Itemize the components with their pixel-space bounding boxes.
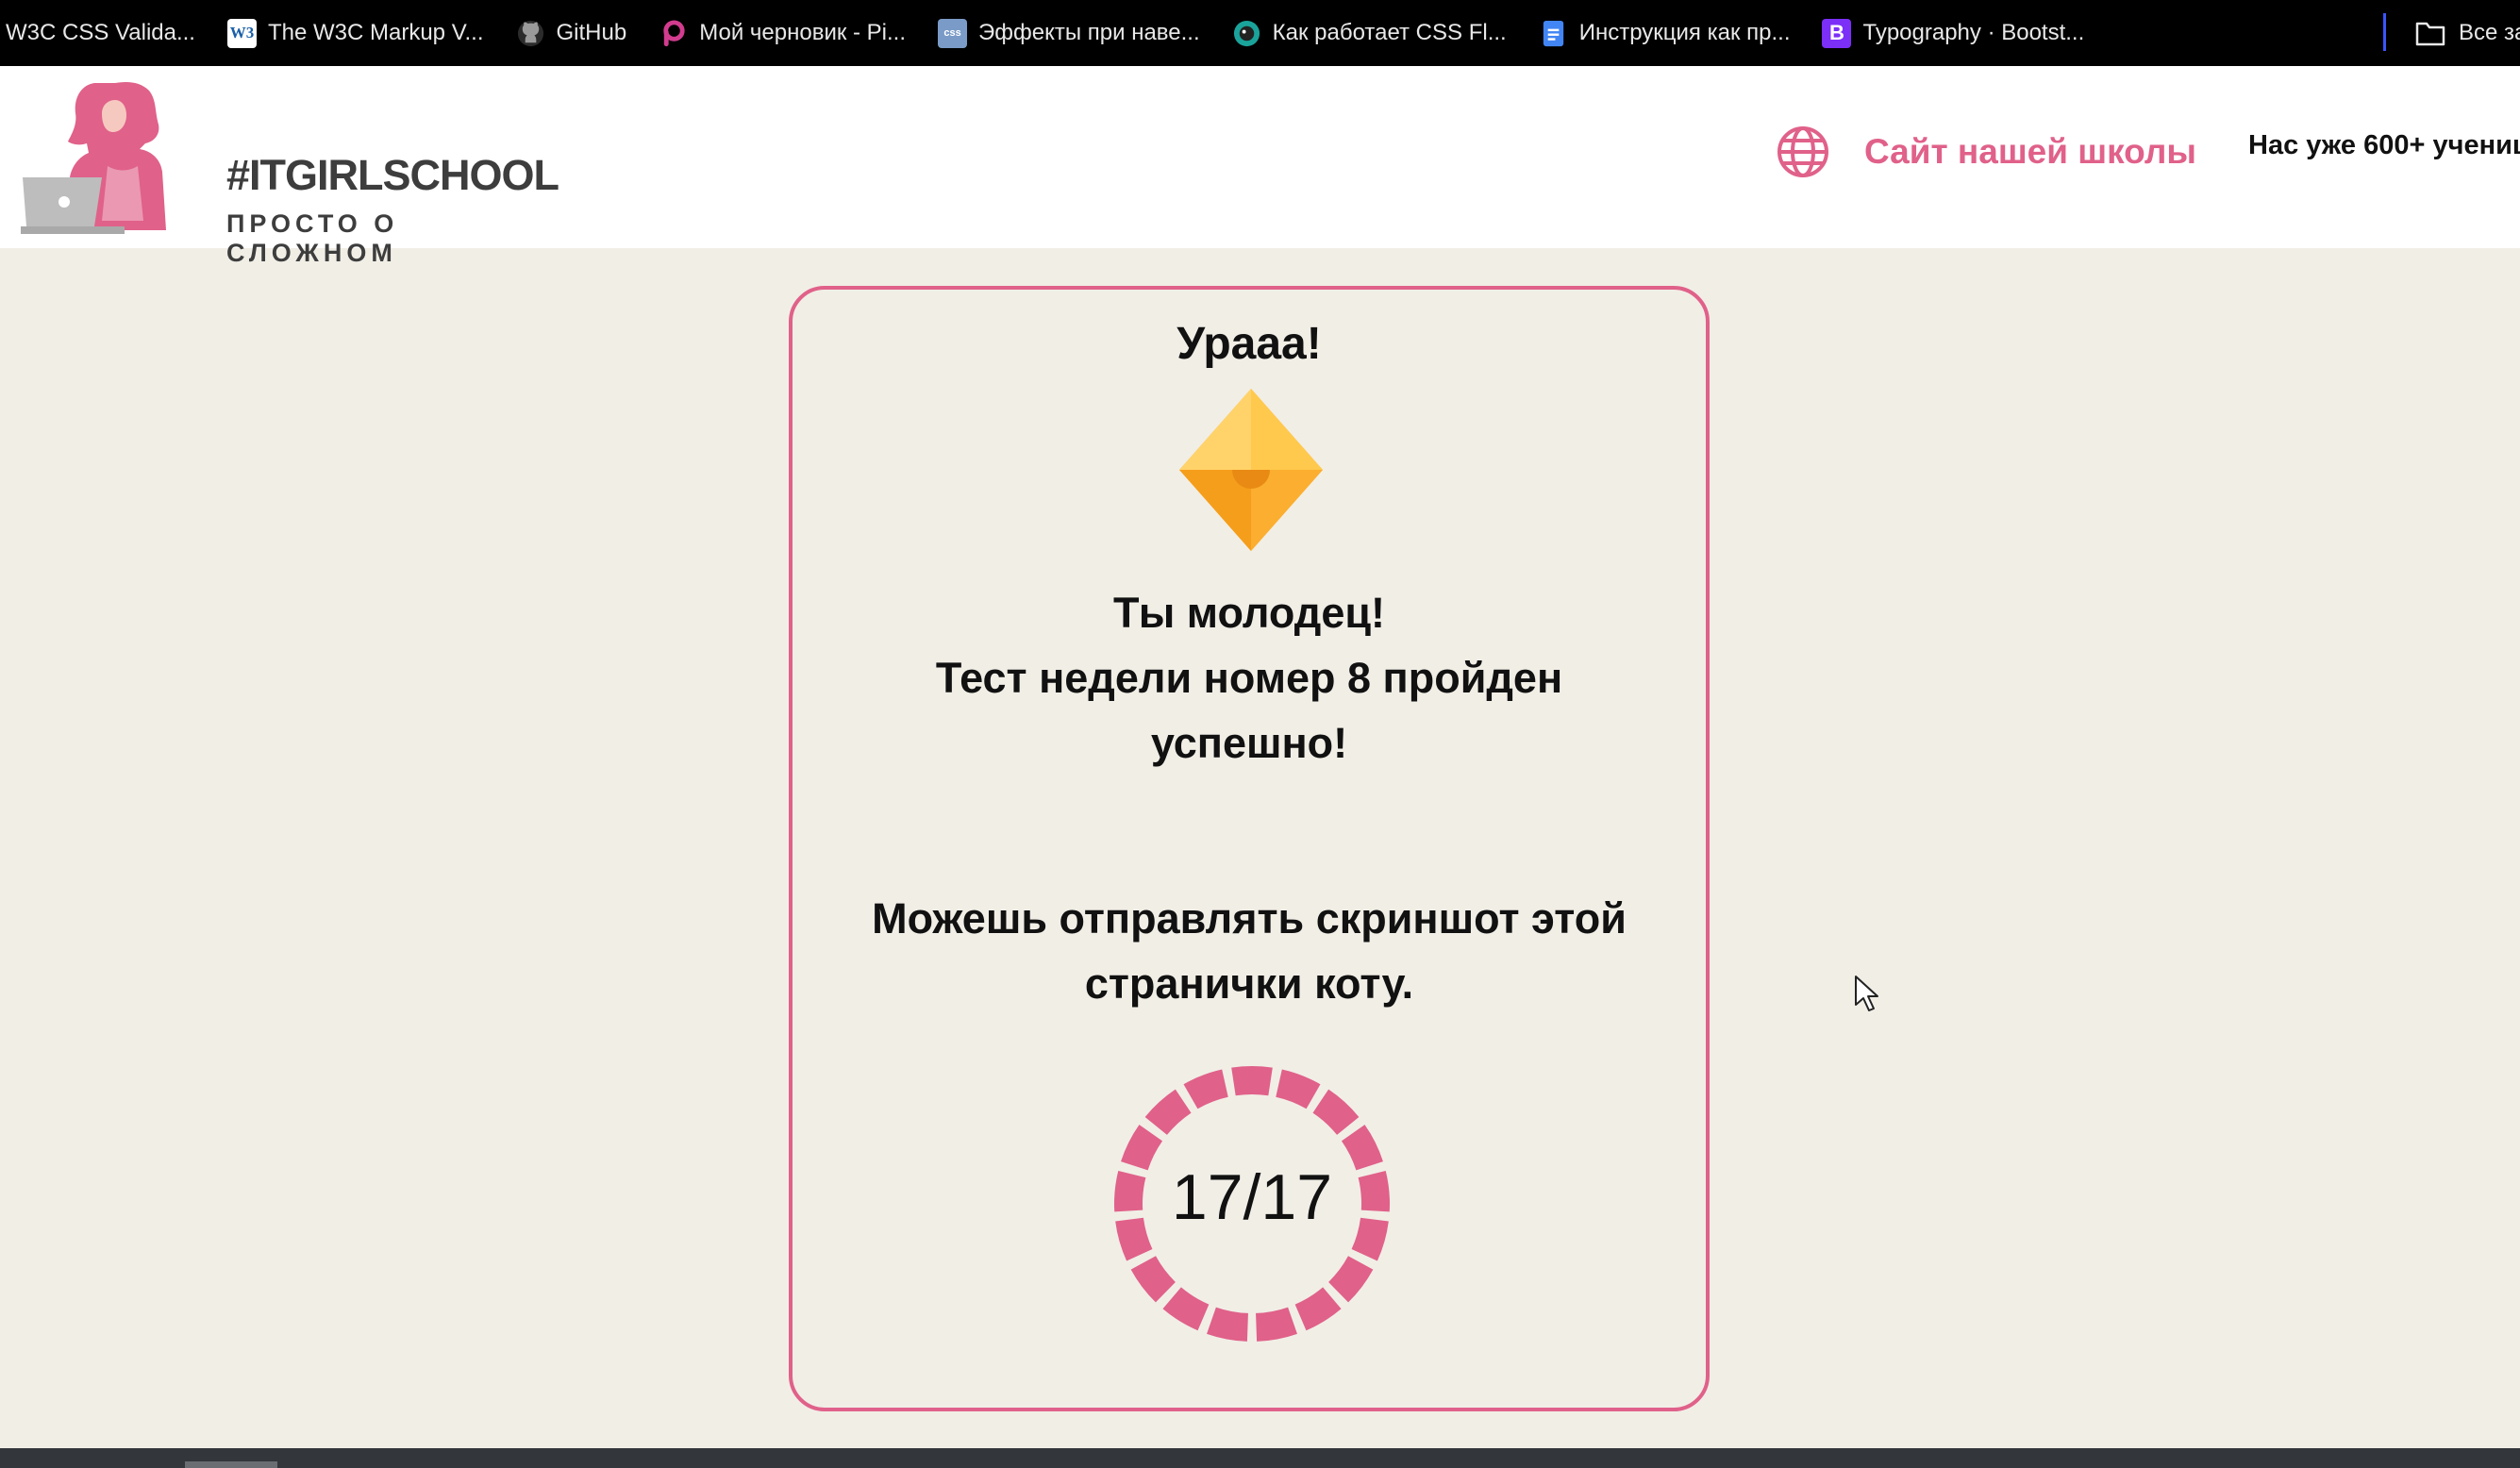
bookmark-label: Эффекты при наве... (978, 20, 1200, 45)
bookmark-css-flex[interactable]: Как работает CSS Fl... (1232, 0, 1507, 66)
result-heading: Урааа! (1177, 319, 1322, 369)
score-ring-segment (1256, 1307, 1297, 1342)
result-message: Ты молодец! Тест недели номер 8 пройден … (793, 580, 1706, 776)
score-ring-segment (1294, 1287, 1342, 1331)
score-ring-segment (1162, 1287, 1210, 1331)
bookmark-picsart[interactable]: Мой черновик - Pi... (659, 0, 906, 66)
site-avatar-icon (1232, 19, 1261, 48)
score-ring-segment (1328, 1256, 1374, 1303)
bookmark-hover-effects[interactable]: css Эффекты при наве... (938, 0, 1200, 66)
bookmark-w3c-markup-validator[interactable]: W3 The W3C Markup V... (226, 0, 484, 66)
google-docs-icon (1539, 19, 1568, 48)
bookmark-bootstrap-typography[interactable]: B Typography · Bootst... (1822, 0, 2084, 66)
bookmark-github[interactable]: GitHub (516, 0, 627, 66)
w3c-icon: W3 (226, 18, 257, 48)
bookmark-label: Typography · Bootst... (1862, 20, 2085, 45)
scrollbar-thumb[interactable] (185, 1461, 277, 1468)
result-message-line: успешно! (1150, 719, 1348, 767)
score-ring-segment (1276, 1069, 1321, 1109)
github-icon (516, 19, 545, 48)
all-bookmarks-button[interactable]: Все за (2415, 0, 2520, 66)
result-message-line: Тест недели номер 8 пройден (935, 654, 1563, 702)
bookmarks-bar: e W3C CSS Valida... W3 The W3C Markup V.… (0, 0, 2520, 66)
css-doc-icon: css (938, 18, 968, 48)
score-ring-segment (1312, 1089, 1360, 1135)
score-ring-segment (1231, 1066, 1273, 1096)
globe-icon (1777, 126, 1828, 177)
score-ring-segment (1207, 1307, 1248, 1342)
bookmark-w3c-css-validator[interactable]: e W3C CSS Valida... (0, 0, 195, 66)
bookmark-label: Инструкция как пр... (1578, 20, 1791, 45)
result-message-line: Ты молодец! (1112, 589, 1386, 637)
crystal-icon (1179, 389, 1323, 551)
bootstrap-icon: B (1822, 18, 1852, 48)
logo-girl-laptop-illustration (21, 81, 166, 234)
score-ring-segment (1130, 1256, 1176, 1303)
bookmark-label: GitHub (556, 20, 627, 45)
school-site-link[interactable]: Сайт нашей школы (1776, 125, 2196, 179)
bookmark-label: e W3C CSS Valida... (0, 20, 195, 45)
bookmark-label: Как работает CSS Fl... (1272, 20, 1507, 45)
school-logo[interactable]: #ITGIRLSCHOOL ПРОСТО О СЛОЖНОМ (21, 75, 559, 267)
test-result-card: Урааа! Ты молодец! Тест недели номер 8 п… (789, 286, 1710, 1411)
picsart-icon (659, 19, 688, 48)
logo-subtitle: ПРОСТО О СЛОЖНОМ (226, 209, 399, 267)
mouse-cursor-icon (1855, 976, 1878, 1011)
instruction-line: странички коту. (1084, 959, 1414, 1008)
all-bookmarks-label: Все за (2459, 20, 2520, 45)
bookmark-label: The W3C Markup V... (267, 20, 484, 45)
logo-title: #ITGIRLSCHOOL (226, 151, 559, 199)
students-count-text: Нас уже 600+ учениц (2248, 130, 2520, 160)
bookmarks-separator (2383, 13, 2386, 51)
bookmark-label: Мой черновик - Pi... (699, 20, 907, 45)
score-text: 17/17 (1171, 1161, 1333, 1233)
bookmark-instruction[interactable]: Инструкция как пр... (1539, 0, 1791, 66)
bottom-scrollbar[interactable] (0, 1448, 2520, 1468)
instruction-line: Можешь отправлять скриншот этой (872, 894, 1627, 943)
site-header: #ITGIRLSCHOOL ПРОСТО О СЛОЖНОМ Сайт наше… (0, 66, 2520, 267)
score-ring-segment (1144, 1089, 1192, 1135)
screenshot-instruction: Можешь отправлять скриншот этой страничк… (793, 886, 1706, 1016)
score-ring-segment (1183, 1069, 1228, 1109)
folder-icon (2415, 22, 2445, 46)
school-site-link-label: Сайт нашей школы (1864, 132, 2196, 171)
